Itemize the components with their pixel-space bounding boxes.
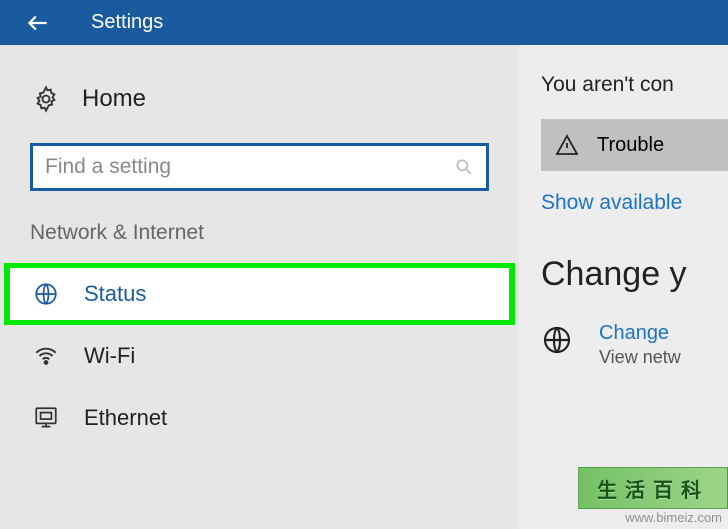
globe-grid-icon xyxy=(30,281,62,307)
troubleshoot-button[interactable]: Trouble xyxy=(541,119,728,171)
ethernet-icon xyxy=(30,405,62,431)
adapter-subtext: View netw xyxy=(599,347,681,368)
search-icon xyxy=(454,157,474,177)
show-networks-link[interactable]: Show available xyxy=(541,191,728,215)
gear-icon xyxy=(30,85,62,113)
change-adapter-link[interactable]: Change xyxy=(599,322,681,345)
home-nav[interactable]: Home xyxy=(0,75,519,123)
home-label: Home xyxy=(82,85,146,113)
wifi-icon xyxy=(30,343,62,369)
sidebar-item-label: Wi-Fi xyxy=(84,343,135,369)
connection-status-text: You aren't con xyxy=(541,73,728,97)
search-box[interactable] xyxy=(30,143,489,191)
settings-window: Settings Home xyxy=(0,0,728,529)
sidebar-item-wifi[interactable]: Wi-Fi xyxy=(0,325,519,387)
troubleshoot-label: Trouble xyxy=(597,134,664,157)
titlebar: Settings xyxy=(0,0,728,45)
main-content: You aren't con Trouble Show available Ch… xyxy=(519,45,728,529)
search-input[interactable] xyxy=(45,155,454,179)
window-body: Home Network & Internet xyxy=(0,45,728,529)
search-container xyxy=(30,143,489,191)
window-title: Settings xyxy=(91,11,163,34)
globe-icon xyxy=(541,324,577,356)
adapter-options-row: Change View netw xyxy=(541,322,728,368)
back-arrow-icon xyxy=(25,10,51,36)
sidebar: Home Network & Internet xyxy=(0,45,519,529)
warning-icon xyxy=(555,133,579,157)
sidebar-item-label: Ethernet xyxy=(84,405,167,431)
watermark-logo: 生活百科 xyxy=(578,467,728,509)
sidebar-item-label: Status xyxy=(84,281,146,307)
watermark-text: www.bimeiz.com xyxy=(625,510,722,525)
back-button[interactable] xyxy=(0,0,75,45)
sidebar-item-ethernet[interactable]: Ethernet xyxy=(0,387,519,449)
section-heading: Change y xyxy=(541,255,728,294)
category-header: Network & Internet xyxy=(0,215,519,263)
sidebar-item-status[interactable]: Status xyxy=(4,263,515,325)
adapter-texts: Change View netw xyxy=(599,322,681,368)
